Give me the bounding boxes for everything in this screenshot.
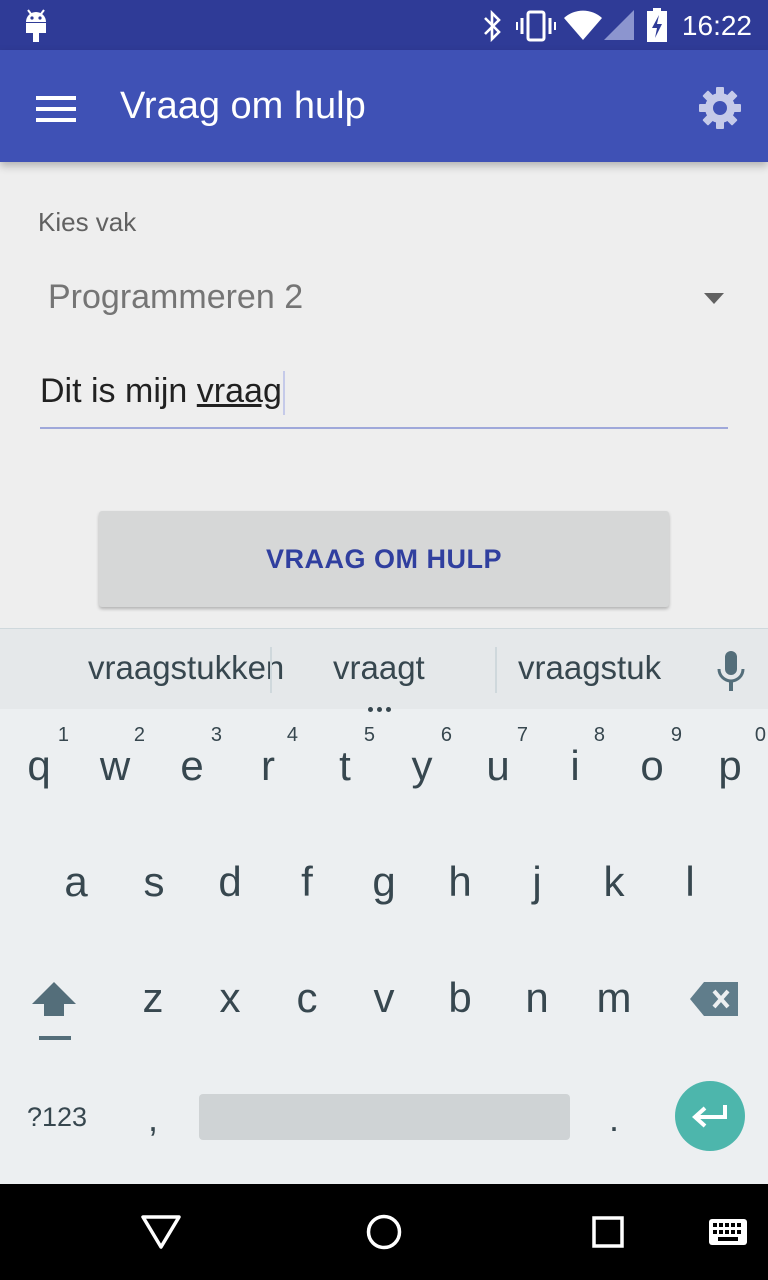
ask-help-button[interactable]: VRAAG OM HULP	[99, 511, 669, 607]
key-letter: k	[603, 858, 625, 905]
key-letter: r	[261, 742, 275, 789]
key-letter: e	[180, 742, 204, 789]
key-a[interactable]: a	[38, 854, 114, 964]
suggestion-item[interactable]: vraagt	[333, 649, 425, 687]
key-letter: u	[486, 742, 510, 789]
key-letter: x	[219, 974, 241, 1021]
shift-icon[interactable]	[30, 980, 78, 1042]
key-letter: v	[373, 974, 395, 1021]
menu-icon[interactable]	[36, 96, 76, 122]
key-v[interactable]: v	[346, 970, 422, 1080]
page-title: Vraag om hulp	[120, 85, 366, 127]
key-letter: h	[448, 858, 472, 905]
subject-label: Kies vak	[38, 207, 137, 237]
question-input[interactable]: Dit is mijn vraag	[40, 365, 728, 429]
key-letter: i	[570, 742, 580, 789]
question-text: Dit is mijn vraag	[40, 371, 285, 415]
key-x[interactable]: x	[192, 970, 268, 1080]
key-t[interactable]: 5t	[307, 724, 383, 834]
app-bar: Vraag om hulp	[0, 50, 768, 162]
key-q[interactable]: 1q	[1, 724, 77, 834]
suggestion-item[interactable]: vraagstukken	[88, 649, 284, 687]
enter-arrow-icon	[692, 1105, 727, 1128]
suggestion-divider	[495, 647, 497, 693]
back-icon[interactable]	[140, 1214, 182, 1250]
backspace-icon[interactable]	[690, 982, 740, 1016]
subject-selected-value: Programmeren 2	[48, 278, 304, 316]
key-k[interactable]: k	[576, 854, 652, 964]
suggestion-item[interactable]: vraagstuk	[518, 649, 661, 687]
key-letter: d	[218, 858, 242, 905]
key-m[interactable]: m	[576, 970, 652, 1080]
key-h[interactable]: h	[422, 854, 498, 964]
key-n[interactable]: n	[499, 970, 575, 1080]
android-icon	[26, 9, 46, 42]
key-letter: n	[525, 974, 549, 1021]
key-u[interactable]: 7u	[460, 724, 536, 834]
key-o[interactable]: 9o	[614, 724, 690, 834]
key-b[interactable]: b	[422, 970, 498, 1080]
key-letter: w	[99, 742, 131, 789]
bluetooth-icon	[484, 10, 501, 42]
key-d[interactable]: d	[192, 854, 268, 964]
suggestion-strip: vraagstukken vraagt vraagstuk	[0, 628, 768, 712]
key-g[interactable]: g	[346, 854, 422, 964]
recent-apps-icon[interactable]	[592, 1216, 624, 1248]
key-letter: p	[718, 742, 742, 789]
key-c[interactable]: c	[269, 970, 345, 1080]
home-icon[interactable]	[366, 1214, 402, 1250]
spacebar[interactable]	[199, 1094, 570, 1140]
key-f[interactable]: f	[269, 854, 345, 964]
key-letter: o	[640, 742, 664, 789]
key-letter: b	[448, 974, 472, 1021]
key-letter: y	[411, 742, 433, 789]
key-l[interactable]: l	[652, 854, 728, 964]
key-letter: l	[685, 858, 695, 905]
key-i[interactable]: 8i	[537, 724, 613, 834]
key-y[interactable]: 6y	[384, 724, 460, 834]
key-p[interactable]: 0p	[692, 724, 768, 834]
keyboard-switch-icon[interactable]	[708, 1218, 748, 1246]
key-w[interactable]: 2w	[77, 724, 153, 834]
dropdown-arrow-icon	[704, 293, 724, 304]
settings-gear-icon[interactable]	[698, 86, 742, 130]
microphone-icon[interactable]	[716, 651, 746, 691]
key-letter: f	[301, 858, 313, 905]
key-letter: a	[64, 858, 88, 905]
suggestion-divider	[270, 647, 272, 693]
navigation-bar	[0, 1184, 768, 1280]
battery-charging-icon	[647, 8, 667, 42]
symbols-key[interactable]: ?123	[27, 1102, 87, 1133]
key-letter: s	[143, 858, 165, 905]
question-text-composing-word: vraag	[196, 371, 282, 410]
key-letter: j	[532, 858, 542, 905]
comma-key[interactable]: ,	[148, 1098, 158, 1140]
key-letter: z	[142, 974, 164, 1021]
key-letter: c	[296, 974, 318, 1021]
key-j[interactable]: j	[499, 854, 575, 964]
wifi-icon	[564, 10, 602, 40]
signal-icon	[604, 10, 634, 40]
vibrate-icon	[516, 10, 556, 42]
key-letter: m	[596, 974, 632, 1021]
more-suggestions-dots-icon	[368, 699, 400, 712]
key-e[interactable]: 3e	[154, 724, 230, 834]
soft-keyboard: vraagstukken vraagt vraagstuk 1q 2w 3e 4…	[0, 628, 768, 1184]
key-letter: t	[339, 742, 351, 789]
status-time: 16:22	[681, 10, 752, 41]
enter-key[interactable]	[675, 1081, 745, 1151]
key-r[interactable]: 4r	[230, 724, 306, 834]
question-text-prefix: Dit is mijn	[40, 371, 197, 410]
period-key[interactable]: .	[609, 1098, 619, 1140]
key-letter: q	[27, 742, 51, 789]
key-z[interactable]: z	[115, 970, 191, 1080]
key-letter: g	[372, 858, 396, 905]
key-s[interactable]: s	[116, 854, 192, 964]
subject-dropdown[interactable]: Programmeren 2	[48, 278, 738, 324]
text-cursor	[282, 371, 285, 415]
status-bar: 16:22	[0, 0, 768, 50]
